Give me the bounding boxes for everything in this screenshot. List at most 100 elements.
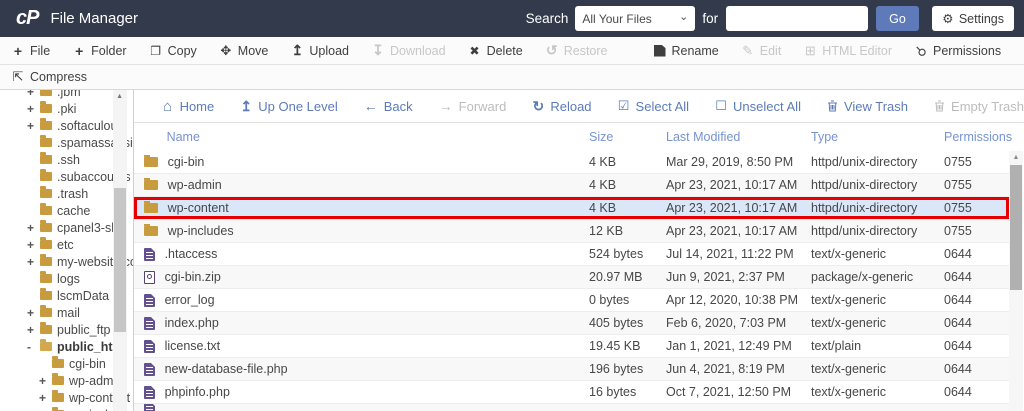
toolbar-label: Restore bbox=[563, 43, 608, 58]
select-all-button[interactable]: Select All bbox=[618, 98, 689, 114]
sidebar-item-wp-admin[interactable]: + wp-admin bbox=[0, 372, 123, 389]
empty-trash-button: Empty Trash bbox=[934, 99, 1024, 114]
toolbar-folder-button[interactable]: Folder bbox=[73, 43, 126, 59]
collapse-toggle[interactable]: - bbox=[27, 340, 40, 354]
unselect-all-icon bbox=[715, 98, 727, 114]
reload-button[interactable]: Reload bbox=[532, 98, 591, 115]
sidebar-item-my-website[interactable]: +my-website.com bbox=[0, 253, 133, 270]
expand-toggle[interactable]: + bbox=[27, 238, 40, 252]
sidebar-item-trash[interactable]: .trash bbox=[0, 185, 111, 202]
expand-toggle[interactable]: + bbox=[27, 90, 40, 99]
toolbar-download-button: Download bbox=[372, 42, 446, 59]
sidebar-item-ssh[interactable]: .ssh bbox=[0, 151, 111, 168]
back-button[interactable]: Back bbox=[364, 98, 413, 114]
toolbar-label: Permissions bbox=[933, 43, 1002, 58]
file-modified: Apr 23, 2021, 10:17 AM bbox=[666, 201, 798, 215]
folder-icon bbox=[40, 220, 52, 232]
file-name: phpinfo.php bbox=[164, 385, 230, 399]
table-row-phpinfo[interactable]: phpinfo.php 16 bytes Oct 7, 2021, 12:50 … bbox=[133, 381, 1009, 404]
scrollbar-thumb[interactable] bbox=[113, 188, 126, 332]
column-header-name[interactable]: Name bbox=[134, 130, 589, 144]
table-row-new-database-file[interactable]: new-database-file.php 196 bytes Jun 4, 2… bbox=[133, 358, 1009, 381]
toolbar-permissions-button[interactable]: Permissions bbox=[915, 43, 1001, 59]
sidebar-item-cgi-bin[interactable]: cgi-bin bbox=[0, 355, 111, 372]
column-header-type[interactable]: Type bbox=[811, 130, 944, 144]
sidebar-item-mail[interactable]: + mail bbox=[0, 304, 111, 321]
sidebar-item-spamassassin[interactable]: .spamassassin bbox=[0, 134, 133, 151]
file-icon bbox=[143, 316, 155, 330]
sidebar-item-wp-content[interactable]: + wp-content bbox=[0, 389, 130, 406]
scroll-up-arrow-icon[interactable]: ▲ bbox=[113, 90, 127, 103]
sidebar-item-public-html[interactable]: - public_html bbox=[0, 338, 127, 355]
settings-button[interactable]: ⚙ Settings bbox=[931, 6, 1014, 31]
table-row-wp-content-selected[interactable]: wp-content 4 KB Apr 23, 2021, 10:17 AM h… bbox=[133, 197, 1009, 220]
table-row-index-php[interactable]: index.php 405 bytes Feb 6, 2020, 7:03 PM… bbox=[133, 312, 1009, 335]
archive-icon bbox=[143, 270, 155, 284]
table-row-htaccess[interactable]: .htaccess 524 bytes Jul 14, 2021, 11:22 … bbox=[133, 243, 1009, 266]
folder-icon bbox=[52, 356, 64, 368]
sidebar-item-pki[interactable]: + .pki bbox=[0, 100, 111, 117]
file-permissions: 0644 bbox=[944, 247, 972, 261]
toolbar-upload-button[interactable]: Upload bbox=[291, 42, 349, 59]
file-name: cgi-bin bbox=[167, 155, 205, 169]
toolbar-move-button[interactable]: Move bbox=[220, 43, 269, 59]
edit-icon bbox=[742, 43, 754, 59]
toolbar-compress-button[interactable]: Compress bbox=[12, 69, 87, 85]
table-row-wp-admin[interactable]: wp-admin 4 KB Apr 23, 2021, 10:17 AM htt… bbox=[133, 174, 1009, 197]
folder-icon bbox=[143, 201, 158, 213]
column-header-size[interactable]: Size bbox=[589, 130, 666, 144]
sidebar-item-wp-includes[interactable]: +wp-includes bbox=[0, 406, 133, 411]
table-row-partial[interactable] bbox=[133, 404, 1009, 411]
view-trash-button[interactable]: View Trash bbox=[827, 99, 908, 114]
search-input[interactable] bbox=[726, 6, 869, 31]
sidebar-item-public-ftp[interactable]: + public_ftp bbox=[0, 321, 111, 338]
toolbar-copy-button[interactable]: Copy bbox=[150, 44, 197, 58]
sidebar-item-cpanel3-skel[interactable]: + cpanel3-skel bbox=[0, 219, 127, 236]
table-row-wp-includes[interactable]: wp-includes 12 KB Apr 23, 2021, 10:17 AM… bbox=[133, 220, 1009, 243]
file-name: wp-content bbox=[167, 201, 229, 215]
folder-icon bbox=[40, 169, 52, 181]
scroll-up-arrow-icon[interactable]: ▲ bbox=[1009, 151, 1023, 164]
sidebar-item-subaccounts[interactable]: .subaccounts bbox=[0, 168, 131, 185]
search-scope-select[interactable]: All Your Files ⌄ bbox=[575, 6, 696, 31]
home-button[interactable]: Home bbox=[162, 98, 215, 115]
file-size: 20.97 MB bbox=[589, 270, 643, 284]
sidebar-item-softaculous[interactable]: + .softaculous bbox=[0, 117, 124, 134]
go-button[interactable]: Go bbox=[876, 6, 919, 31]
file-modified: Apr 23, 2021, 10:17 AM bbox=[666, 178, 798, 192]
table-row-license-txt[interactable]: license.txt 19.45 KB Jan 1, 2021, 12:49 … bbox=[133, 335, 1009, 358]
toolbar-rename-button[interactable]: Rename bbox=[653, 44, 719, 58]
page-title: File Manager bbox=[50, 10, 139, 27]
column-header-permissions[interactable]: Permissions bbox=[944, 130, 1012, 144]
expand-toggle[interactable]: + bbox=[27, 119, 40, 133]
table-row-cgi-bin[interactable]: cgi-bin 4 KB Mar 29, 2019, 8:50 PM httpd… bbox=[133, 151, 1009, 174]
expand-toggle[interactable]: + bbox=[27, 102, 40, 116]
expand-toggle[interactable]: + bbox=[39, 408, 52, 411]
unselect-all-button[interactable]: Unselect All bbox=[715, 98, 801, 114]
sidebar-item-logs[interactable]: logs bbox=[0, 270, 111, 287]
column-header-last-modified[interactable]: Last Modified bbox=[666, 130, 811, 144]
toolbar-delete-button[interactable]: Delete bbox=[469, 44, 523, 58]
sidebar-item-etc[interactable]: + etc bbox=[0, 236, 111, 253]
up-one-level-button[interactable]: Up One Level bbox=[240, 98, 338, 115]
settings-label: Settings bbox=[958, 11, 1004, 26]
sidebar-scrollbar[interactable]: ▲ bbox=[112, 90, 127, 411]
file-size: 405 bytes bbox=[589, 316, 644, 330]
table-row-error-log[interactable]: error_log 0 bytes Apr 12, 2020, 10:38 PM… bbox=[133, 289, 1009, 312]
sidebar-item-cache[interactable]: cache bbox=[0, 202, 111, 219]
expand-toggle[interactable]: + bbox=[27, 221, 40, 235]
file-name: license.txt bbox=[164, 339, 221, 353]
sidebar-item-lscmdata[interactable]: lscmData bbox=[0, 287, 111, 304]
expand-toggle[interactable]: + bbox=[27, 255, 40, 269]
sidebar-item-jbm[interactable]: + .jbm bbox=[0, 90, 111, 100]
file-type: httpd/unix-directory bbox=[811, 178, 918, 192]
expand-toggle[interactable]: + bbox=[27, 306, 40, 320]
expand-toggle[interactable]: + bbox=[27, 323, 40, 337]
file-list-scrollbar[interactable]: ▲ bbox=[1009, 151, 1023, 411]
scrollbar-thumb[interactable] bbox=[1010, 165, 1022, 290]
toolbar-file-button[interactable]: File bbox=[12, 43, 50, 59]
folder-icon bbox=[40, 152, 52, 164]
expand-toggle[interactable]: + bbox=[39, 374, 52, 388]
table-row-cgi-bin-zip[interactable]: cgi-bin.zip 20.97 MB Jun 9, 2021, 2:37 P… bbox=[133, 266, 1009, 289]
expand-toggle[interactable]: + bbox=[39, 391, 52, 405]
